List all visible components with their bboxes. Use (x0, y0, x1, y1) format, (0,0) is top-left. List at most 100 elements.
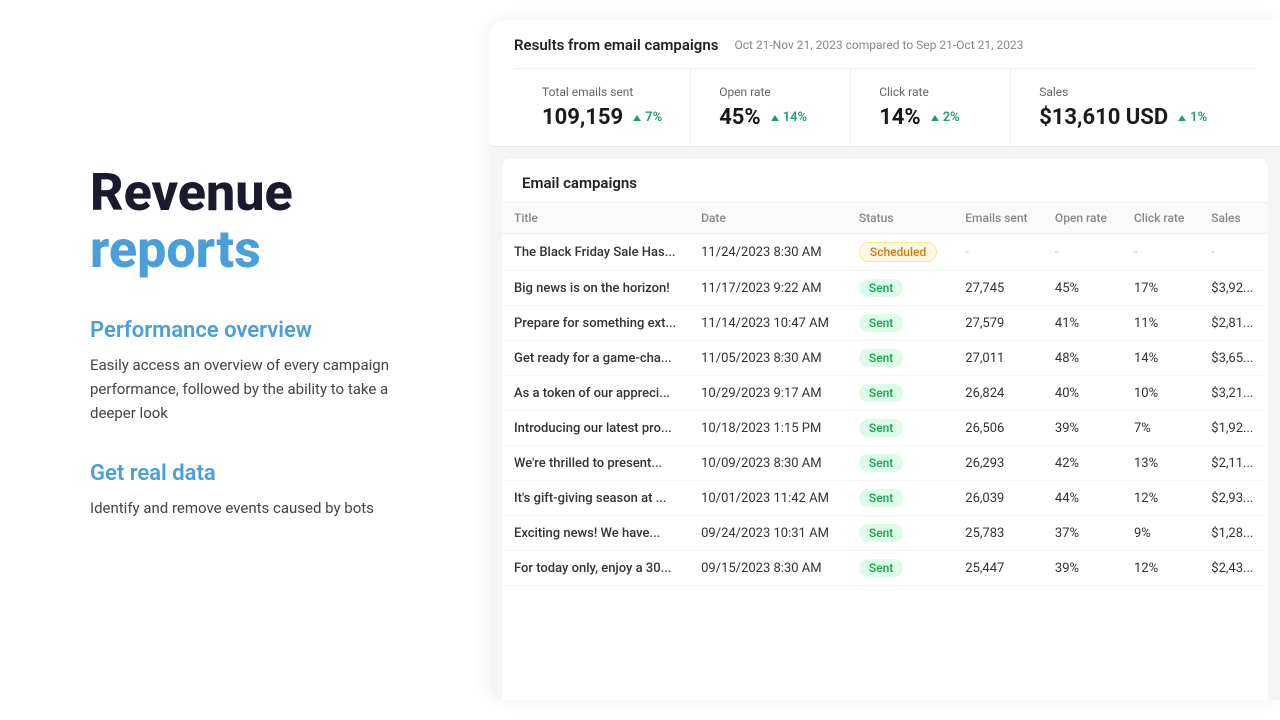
stat-change-1: 14% (771, 110, 807, 125)
date-range: Oct 21-Nov 21, 2023 compared to Sep 21-O… (734, 38, 1023, 52)
cell-emails-3: 27,011 (953, 341, 1043, 376)
cell-clickrate-8: 9% (1122, 516, 1199, 551)
stat-value-row-3: $13,610 USD 1% (1039, 105, 1207, 130)
stats-title-row: Results from email campaigns Oct 21-Nov … (514, 36, 1256, 54)
cell-openrate-3: 48% (1043, 341, 1122, 376)
section-performance: Performance overview Easily access an ov… (90, 318, 430, 425)
cell-sales-4: $3,21... (1199, 376, 1268, 411)
cell-date-7: 10/01/2023 11:42 AM (689, 481, 847, 516)
performance-heading: Performance overview (90, 318, 430, 343)
cell-openrate-0: - (1043, 234, 1122, 271)
cell-sales-3: $3,65... (1199, 341, 1268, 376)
cell-emails-5: 26,506 (953, 411, 1043, 446)
stat-value-row-1: 45% 14% (719, 105, 822, 130)
right-panel: Results from email campaigns Oct 21-Nov … (490, 20, 1280, 700)
arrow-up-icon-2 (931, 115, 939, 121)
cell-clickrate-3: 14% (1122, 341, 1199, 376)
stats-cards: Total emails sent 109,159 7% Open rate 4… (514, 68, 1256, 146)
cell-title-4: As a token of our appreci... (502, 376, 689, 411)
stat-label-1: Open rate (719, 85, 822, 99)
stats-title: Results from email campaigns (514, 36, 718, 54)
cell-openrate-1: 45% (1043, 271, 1122, 306)
cell-title-2: Prepare for something ext... (502, 306, 689, 341)
cell-status-5: Sent (847, 411, 953, 446)
stat-card-3: Sales $13,610 USD 1% (1011, 69, 1235, 146)
table-row[interactable]: Prepare for something ext... 11/14/2023 … (502, 306, 1268, 341)
table-header-row-cols: TitleDateStatusEmails sentOpen rateClick… (502, 203, 1268, 234)
stat-value-2: 14% (879, 105, 921, 130)
table-row[interactable]: For today only, enjoy a 30... 09/15/2023… (502, 551, 1268, 586)
cell-sales-2: $2,81... (1199, 306, 1268, 341)
cell-title-7: It's gift-giving season at ... (502, 481, 689, 516)
cell-status-2: Sent (847, 306, 953, 341)
stat-value-3: $13,610 USD (1039, 105, 1168, 130)
cell-title-1: Big news is on the horizon! (502, 271, 689, 306)
stat-card-2: Click rate 14% 2% (851, 69, 1011, 146)
cell-emails-1: 27,745 (953, 271, 1043, 306)
cell-clickrate-6: 13% (1122, 446, 1199, 481)
cell-title-6: We're thrilled to present... (502, 446, 689, 481)
table-section-title: Email campaigns (522, 174, 637, 192)
cell-clickrate-2: 11% (1122, 306, 1199, 341)
cell-sales-0: - (1199, 234, 1268, 271)
campaigns-table: TitleDateStatusEmails sentOpen rateClick… (502, 203, 1268, 586)
table-row[interactable]: As a token of our appreci... 10/29/2023 … (502, 376, 1268, 411)
stats-header: Results from email campaigns Oct 21-Nov … (490, 20, 1280, 147)
cell-date-1: 11/17/2023 9:22 AM (689, 271, 847, 306)
cell-date-0: 11/24/2023 8:30 AM (689, 234, 847, 271)
cell-date-2: 11/14/2023 10:47 AM (689, 306, 847, 341)
stat-change-0: 7% (633, 110, 662, 125)
cell-sales-5: $1,92... (1199, 411, 1268, 446)
real-data-heading: Get real data (90, 461, 430, 486)
table-row[interactable]: Get ready for a game-cha... 11/05/2023 8… (502, 341, 1268, 376)
cell-emails-2: 27,579 (953, 306, 1043, 341)
table-row[interactable]: Exciting news! We have... 09/24/2023 10:… (502, 516, 1268, 551)
cell-clickrate-9: 12% (1122, 551, 1199, 586)
cell-openrate-2: 41% (1043, 306, 1122, 341)
cell-date-4: 10/29/2023 9:17 AM (689, 376, 847, 411)
stat-value-row-2: 14% 2% (879, 105, 982, 130)
cell-title-5: Introducing our latest pro... (502, 411, 689, 446)
performance-desc: Easily access an overview of every campa… (90, 353, 430, 425)
cell-status-9: Sent (847, 551, 953, 586)
cell-emails-9: 25,447 (953, 551, 1043, 586)
table-row[interactable]: Big news is on the horizon! 11/17/2023 9… (502, 271, 1268, 306)
stat-label-3: Sales (1039, 85, 1207, 99)
table-row[interactable]: Introducing our latest pro... 10/18/2023… (502, 411, 1268, 446)
cell-emails-8: 25,783 (953, 516, 1043, 551)
col-header-title: Title (502, 203, 689, 234)
cell-sales-6: $2,11... (1199, 446, 1268, 481)
stat-value-0: 109,159 (542, 105, 623, 130)
col-header-open-rate: Open rate (1043, 203, 1122, 234)
cell-openrate-7: 44% (1043, 481, 1122, 516)
cell-status-1: Sent (847, 271, 953, 306)
cell-status-0: Scheduled (847, 234, 953, 271)
cell-openrate-9: 39% (1043, 551, 1122, 586)
cell-title-3: Get ready for a game-cha... (502, 341, 689, 376)
cell-openrate-6: 42% (1043, 446, 1122, 481)
title-word-reports: reports (90, 219, 261, 280)
cell-clickrate-4: 10% (1122, 376, 1199, 411)
cell-status-8: Sent (847, 516, 953, 551)
cell-emails-6: 26,293 (953, 446, 1043, 481)
cell-status-4: Sent (847, 376, 953, 411)
cell-date-9: 09/15/2023 8:30 AM (689, 551, 847, 586)
cell-sales-7: $2,93... (1199, 481, 1268, 516)
cell-title-9: For today only, enjoy a 30... (502, 551, 689, 586)
cell-status-6: Sent (847, 446, 953, 481)
page-main-title: Revenue reports (90, 164, 430, 278)
cell-clickrate-1: 17% (1122, 271, 1199, 306)
stat-card-0: Total emails sent 109,159 7% (514, 69, 691, 146)
cell-title-8: Exciting news! We have... (502, 516, 689, 551)
table-row[interactable]: It's gift-giving season at ... 10/01/202… (502, 481, 1268, 516)
cell-clickrate-5: 7% (1122, 411, 1199, 446)
cell-date-5: 10/18/2023 1:15 PM (689, 411, 847, 446)
stat-card-1: Open rate 45% 14% (691, 69, 851, 146)
real-data-desc: Identify and remove events caused by bot… (90, 496, 430, 520)
cell-emails-7: 26,039 (953, 481, 1043, 516)
cell-status-7: Sent (847, 481, 953, 516)
table-row[interactable]: We're thrilled to present... 10/09/2023 … (502, 446, 1268, 481)
left-panel: Revenue reports Performance overview Eas… (0, 0, 490, 720)
arrow-up-icon-0 (633, 115, 641, 121)
table-row[interactable]: The Black Friday Sale Has... 11/24/2023 … (502, 234, 1268, 271)
